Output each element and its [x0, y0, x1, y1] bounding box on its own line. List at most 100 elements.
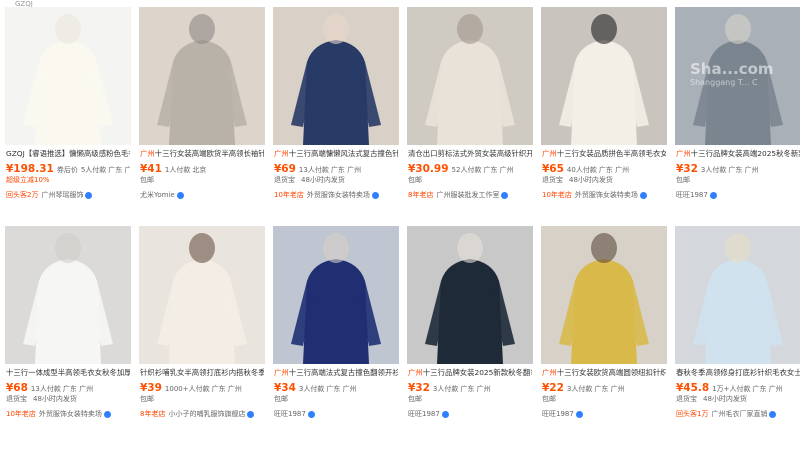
- price-row: ¥34 3人付款 广东 广州: [274, 379, 398, 393]
- shop-info[interactable]: 回头客1万 广州毛衣厂家直销: [676, 409, 800, 420]
- promo-tag: 超级立减10%: [6, 176, 50, 184]
- shop-name[interactable]: 外贸服饰女装特卖场: [39, 410, 102, 418]
- product-image[interactable]: [407, 226, 533, 364]
- product-image[interactable]: [139, 7, 265, 145]
- shop-name[interactable]: 广州毛衣厂家直销: [711, 410, 767, 418]
- product-card[interactable]: 广州十三行高端慵懒风法式复古撞色针织 ¥69 13人付款 广东 广州 退货宝 48小时内发…: [273, 7, 399, 226]
- shop-badge: 8年老店: [408, 191, 434, 199]
- product-image[interactable]: [675, 226, 800, 364]
- shop-name[interactable]: 旺旺1987: [676, 191, 708, 199]
- verified-icon: [769, 410, 777, 418]
- shop-badge: 回头客2万: [6, 191, 39, 199]
- shop-info[interactable]: 旺旺1987: [676, 190, 800, 201]
- product-image[interactable]: [675, 7, 800, 145]
- shop-badge: 8年老店: [140, 410, 166, 418]
- shop-info[interactable]: 10年老店 外贸服饰女装特卖场: [274, 190, 398, 201]
- sold-count: 40人付款: [566, 166, 597, 174]
- product-card[interactable]: 广州十三行女装品质拼色半高领毛衣女 ¥65 40人付款 广东 广州 退货宝 48小时内发货…: [541, 7, 667, 226]
- product-image[interactable]: [273, 226, 399, 364]
- product-title[interactable]: 广州十三行品牌女装2025新款秋冬翻领: [408, 367, 532, 378]
- title-location-tag: 广州: [408, 368, 423, 377]
- price-row: ¥41 1人付款 北京: [140, 160, 264, 174]
- product-title[interactable]: 广州十三行女装欧货高端圆领纽扣针织衫: [542, 367, 666, 378]
- shipping-info: 包邮: [542, 394, 666, 405]
- shop-info[interactable]: 10年老店 外贸服饰女装特卖场: [6, 409, 130, 420]
- product-image[interactable]: [5, 7, 131, 145]
- price-row: ¥32 3人付款 广东 广州: [676, 160, 800, 174]
- shipping-info: 包邮: [140, 175, 264, 186]
- shop-info[interactable]: 10年老店 外贸服饰女装特卖场: [542, 190, 666, 201]
- product-title[interactable]: 广州十三行女装高端欧货半高领长袖针: [140, 148, 264, 159]
- seller-location: 广东 广州: [594, 385, 625, 393]
- shop-name[interactable]: 外贸服饰女装特卖场: [307, 191, 370, 199]
- product-card[interactable]: 春秋冬季高领修身打底衫针织毛衣女士 ¥45.8 1万+人付款 广东 广州 退货宝 48小时…: [675, 226, 800, 445]
- product-card[interactable]: 清仓出口剪标法式外贸女装高级针织开衫 ¥30.99 52人付款 广东 广州 包邮 8年老店…: [407, 7, 533, 226]
- shop-name[interactable]: 旺旺1987: [542, 410, 574, 418]
- product-card[interactable]: 广州十三行女装欧货高端圆领纽扣针织衫 ¥22 3人付款 广东 广州 包邮 旺旺1987: [541, 226, 667, 445]
- title-text: 十三行高端慵懒风法式复古撞色针织: [288, 149, 398, 158]
- product-image[interactable]: [541, 226, 667, 364]
- shipping-tag: 包邮: [140, 395, 154, 403]
- product-image[interactable]: [139, 226, 265, 364]
- seller-location: 广东 广州: [483, 166, 514, 174]
- sold-count: 3人付款: [298, 385, 325, 393]
- shipping-tag: 退货宝: [676, 395, 697, 403]
- product-title[interactable]: 广州十三行高端慵懒风法式复古撞色针织: [274, 148, 398, 159]
- product-image[interactable]: [541, 7, 667, 145]
- shipping-tag: 退货宝: [542, 176, 563, 184]
- title-text: 春秋冬季高领修身打底衫针织毛衣女士: [676, 368, 800, 377]
- product-card[interactable]: GZQJ【睿语推选】慵懒高级感粉色毛衣女 ¥198.31券后价5人付款广东 广州超…: [5, 7, 131, 226]
- shop-name[interactable]: 外贸服饰女装特卖场: [575, 191, 638, 199]
- shop-name[interactable]: 小小子的哺乳服饰旗舰店: [168, 410, 245, 418]
- shop-name[interactable]: 广州琴瑶服饰: [41, 191, 83, 199]
- shop-info[interactable]: 8年老店 小小子的哺乳服饰旗舰店: [140, 409, 264, 420]
- product-image[interactable]: [5, 226, 131, 364]
- product-title[interactable]: 广州十三行高端法式复古撞色翻领开衫: [274, 367, 398, 378]
- verified-icon: [371, 191, 379, 199]
- shop-info[interactable]: 旺旺1987: [274, 409, 398, 420]
- product-card[interactable]: 广州十三行品牌女装2025新款秋冬翻领 ¥32 3人付款 广东 广州 包邮 旺旺1987: [407, 226, 533, 445]
- product-title[interactable]: GZQJ【睿语推选】慵懒高级感粉色毛衣女: [6, 148, 130, 159]
- title-text: 十三行女装品质拼色半高领毛衣女: [556, 149, 666, 158]
- shop-name[interactable]: 旺旺1987: [408, 410, 440, 418]
- title-location-tag: 广州: [274, 149, 289, 158]
- shop-info[interactable]: 尤米Yomie: [140, 190, 264, 201]
- sold-count: 1000+人付款: [164, 385, 210, 393]
- title-text: 清仓出口剪标法式外贸女装高级针织开衫: [408, 149, 532, 158]
- product-card[interactable]: 广州十三行高端法式复古撞色翻领开衫 ¥34 3人付款 广东 广州 包邮 旺旺1987: [273, 226, 399, 445]
- product-price: ¥32: [676, 163, 698, 174]
- shipping-info: 包邮: [408, 394, 532, 405]
- shop-info[interactable]: 旺旺1987: [408, 409, 532, 420]
- verified-icon: [441, 410, 449, 418]
- shop-info[interactable]: 旺旺1987: [542, 409, 666, 420]
- product-card[interactable]: 针织衫哺乳女半高领打底衫内搭秋冬季 ¥39 1000+人付款 广东 广州 包邮 8年老店小…: [139, 226, 265, 445]
- shop-info[interactable]: 回头客2万 广州琴瑶服饰: [6, 190, 130, 201]
- product-image[interactable]: [407, 7, 533, 145]
- shop-name[interactable]: 旺旺1987: [274, 410, 306, 418]
- shop-name[interactable]: 广州服装批发工作室: [436, 191, 499, 199]
- seller-location: 广东 广州: [62, 385, 94, 393]
- verified-icon: [85, 191, 93, 199]
- product-title[interactable]: 春秋冬季高领修身打底衫针织毛衣女士: [676, 367, 800, 378]
- product-card[interactable]: 广州十三行品牌女装高端2025秋冬新款 ¥32 3人付款 广东 广州 包邮 旺旺1987: [675, 7, 800, 226]
- verified-icon: [176, 191, 184, 199]
- product-image[interactable]: [273, 7, 399, 145]
- sold-count: 1万+人付款: [712, 385, 751, 393]
- shipping-tag: 48小时内发货: [33, 395, 77, 403]
- product-title[interactable]: 清仓出口剪标法式外贸女装高级针织开衫: [408, 148, 532, 159]
- price-suffix: 券后价: [56, 166, 78, 174]
- shop-badge: 回头客1万: [676, 410, 709, 418]
- product-title[interactable]: 十三行一体成型半高领毛衣女秋冬加厚: [6, 367, 130, 378]
- sold-count: 1人付款: [164, 166, 191, 174]
- product-card[interactable]: 广州十三行女装高端欧货半高领长袖针 ¥41 1人付款 北京 包邮尤米Yomie: [139, 7, 265, 226]
- shipping-tag: 48小时内发货: [301, 176, 345, 184]
- shop-info[interactable]: 8年老店 广州服装批发工作室: [408, 190, 532, 201]
- product-price: ¥198.31: [6, 163, 54, 174]
- product-title[interactable]: 针织衫哺乳女半高领打底衫内搭秋冬季: [140, 367, 264, 378]
- product-title[interactable]: 广州十三行品牌女装高端2025秋冬新款: [676, 148, 800, 159]
- sold-count: 52人付款: [451, 166, 482, 174]
- price-row: ¥65 40人付款 广东 广州: [542, 160, 666, 174]
- product-title[interactable]: 广州十三行女装品质拼色半高领毛衣女: [542, 148, 666, 159]
- product-card[interactable]: 十三行一体成型半高领毛衣女秋冬加厚 ¥68 13人付款 广东 广州 退货宝 48小时内发货…: [5, 226, 131, 445]
- shop-name[interactable]: 尤米Yomie: [140, 191, 175, 199]
